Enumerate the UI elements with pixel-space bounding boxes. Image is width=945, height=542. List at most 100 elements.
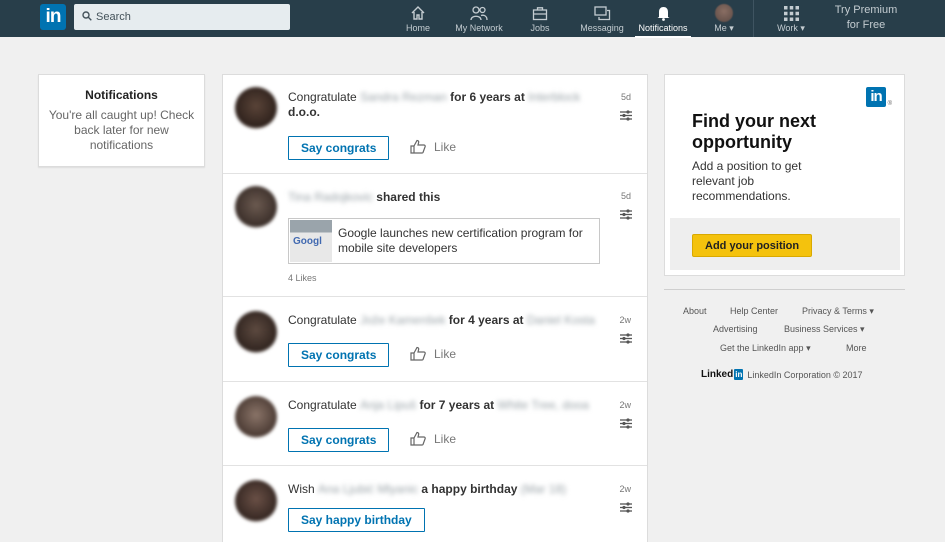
text-prefix: Wish xyxy=(288,482,315,496)
notification-item[interactable]: Wish Ana Ljubić Mlyanic a happy birthday… xyxy=(223,466,647,542)
copyright-text: LinkedIn Corporation © 2017 xyxy=(747,369,863,380)
premium-line-1: Try Premium xyxy=(834,4,898,16)
timestamp: 5d xyxy=(620,191,631,201)
nav-divider xyxy=(753,0,754,37)
text-mid: a happy birthday xyxy=(421,482,518,496)
person-name[interactable]: Anja Lipuš xyxy=(360,398,416,413)
notifications-feed: Congratulate Sandra Rezman for 6 years a… xyxy=(222,74,648,542)
footer-help-link[interactable]: Help Center xyxy=(730,306,778,316)
footer-about-link[interactable]: About xyxy=(683,306,707,316)
nav-my-network-label: My Network xyxy=(455,23,503,33)
brand-in-mark: in xyxy=(734,369,744,380)
text-prefix: Congratulate xyxy=(288,313,357,327)
birthday-date: (Mar 18) xyxy=(520,482,567,496)
avatar xyxy=(235,311,277,353)
nav-messaging-label: Messaging xyxy=(580,23,624,33)
person-name[interactable]: Jože Kamenšek xyxy=(360,313,445,328)
options-icon[interactable] xyxy=(620,418,632,429)
article-thumbnail: Googl xyxy=(290,220,332,262)
bell-icon xyxy=(657,7,669,21)
person-name[interactable]: Sandra Rezman xyxy=(360,90,447,105)
like-button[interactable]: Like xyxy=(410,139,456,154)
card-title: Notifications xyxy=(85,88,158,102)
options-icon[interactable] xyxy=(620,502,632,513)
avatar xyxy=(235,186,277,228)
notification-text: Congratulate Anja Lipuš for 7 years at W… xyxy=(288,398,598,413)
nav-jobs[interactable]: Jobs xyxy=(526,3,554,35)
notification-item[interactable]: Congratulate Anja Lipuš for 7 years at W… xyxy=(223,382,647,466)
job-ad-card: in ® Find your next opportunity Add a po… xyxy=(664,74,905,276)
say-congrats-button[interactable]: Say congrats xyxy=(288,343,390,367)
notification-item[interactable]: Congratulate Jože Kamenšek for 4 years a… xyxy=(223,297,647,382)
say-happy-birthday-button[interactable]: Say happy birthday xyxy=(288,508,425,532)
timestamp: 2w xyxy=(619,484,631,494)
shared-article-card[interactable]: Googl Google launches new certification … xyxy=(288,218,600,264)
avatar xyxy=(235,87,277,129)
company-name[interactable]: White Tree, dooa xyxy=(498,398,589,413)
thumbs-up-icon xyxy=(410,139,426,154)
company-name[interactable]: Daniel Kosta xyxy=(527,313,595,328)
nav-me[interactable]: Me ▾ xyxy=(708,3,740,35)
footer-privacy-link[interactable]: Privacy & Terms ▾ xyxy=(802,306,874,317)
add-position-button[interactable]: Add your position xyxy=(692,234,813,257)
text-prefix: Congratulate xyxy=(288,90,357,104)
footer-app-link[interactable]: Get the LinkedIn app ▾ xyxy=(720,343,811,354)
search-icon xyxy=(82,11,92,21)
notifications-summary-card: Notifications You're all caught up! Chec… xyxy=(38,74,205,167)
notification-text: Wish Ana Ljubić Mlyanic a happy birthday… xyxy=(288,482,598,497)
like-label: Like xyxy=(434,139,457,154)
person-name[interactable]: Tina Radojkovic xyxy=(288,190,373,205)
brand-wordmark: Linked xyxy=(701,369,734,380)
ad-body: Add a position to get relevant job recom… xyxy=(692,159,802,203)
avatar xyxy=(235,396,277,438)
footer-brand: Linked in LinkedIn Corporation © 2017 xyxy=(701,369,863,380)
options-icon[interactable] xyxy=(620,333,632,344)
like-button[interactable]: Like xyxy=(410,431,456,446)
notification-item[interactable]: Congratulate Sandra Rezman for 6 years a… xyxy=(223,75,647,174)
text-suffix: d.o.o. xyxy=(288,105,320,119)
thumbs-up-icon xyxy=(410,346,426,361)
linkedin-logo[interactable]: in xyxy=(40,4,66,30)
like-button[interactable]: Like xyxy=(410,346,456,361)
jobs-icon xyxy=(532,6,548,20)
notification-text: Tina Radojkovic shared this xyxy=(288,190,598,205)
nav-home-label: Home xyxy=(405,23,430,33)
person-name[interactable]: Ana Ljubić Mlyanic xyxy=(318,482,418,497)
footer-business-link[interactable]: Business Services ▾ xyxy=(784,324,865,335)
text-prefix: Congratulate xyxy=(288,398,357,412)
nav-notifications[interactable]: Notifications xyxy=(635,3,691,38)
company-name[interactable]: Interblock xyxy=(528,90,580,105)
search-input[interactable] xyxy=(96,4,286,30)
like-label: Like xyxy=(434,431,457,446)
notification-text: Congratulate Jože Kamenšek for 4 years a… xyxy=(288,313,598,328)
ad-cta-strip: Add your position xyxy=(670,218,900,270)
try-premium-link[interactable]: Try Premium for Free xyxy=(826,3,906,33)
say-congrats-button[interactable]: Say congrats xyxy=(288,136,390,160)
nav-messaging[interactable]: Messaging xyxy=(578,3,626,35)
nav-work[interactable]: Work ▾ xyxy=(772,3,810,35)
linkedin-logo: in xyxy=(866,87,886,107)
notification-text: Congratulate Sandra Rezman for 6 years a… xyxy=(288,90,598,120)
say-congrats-button[interactable]: Say congrats xyxy=(288,428,390,452)
ad-title: Find your next opportunity xyxy=(692,111,817,152)
nav-work-label: Work ▾ xyxy=(777,23,805,33)
footer-more-link[interactable]: More xyxy=(846,343,867,353)
nav-jobs-label: Jobs xyxy=(530,23,550,33)
search-box[interactable] xyxy=(74,4,290,30)
likes-count[interactable]: 4 Likes xyxy=(288,273,317,283)
nav-notifications-label: Notifications xyxy=(638,23,688,33)
network-icon xyxy=(470,6,488,21)
card-message: You're all caught up! Check back later f… xyxy=(48,108,195,152)
footer-advertising-link[interactable]: Advertising xyxy=(713,324,758,334)
notification-item[interactable]: Tina Radojkovic shared this 5d Googl Goo… xyxy=(223,174,647,297)
options-icon[interactable] xyxy=(620,110,632,121)
messaging-icon xyxy=(593,5,610,20)
avatar xyxy=(715,4,733,22)
options-icon[interactable] xyxy=(620,209,632,220)
text-mid: for 4 years at xyxy=(448,313,524,327)
nav-my-network[interactable]: My Network xyxy=(452,3,506,35)
footer-divider xyxy=(664,289,905,290)
article-title[interactable]: Google launches new certification progra… xyxy=(338,226,593,256)
nav-home[interactable]: Home xyxy=(400,3,436,35)
like-label: Like xyxy=(434,346,457,361)
